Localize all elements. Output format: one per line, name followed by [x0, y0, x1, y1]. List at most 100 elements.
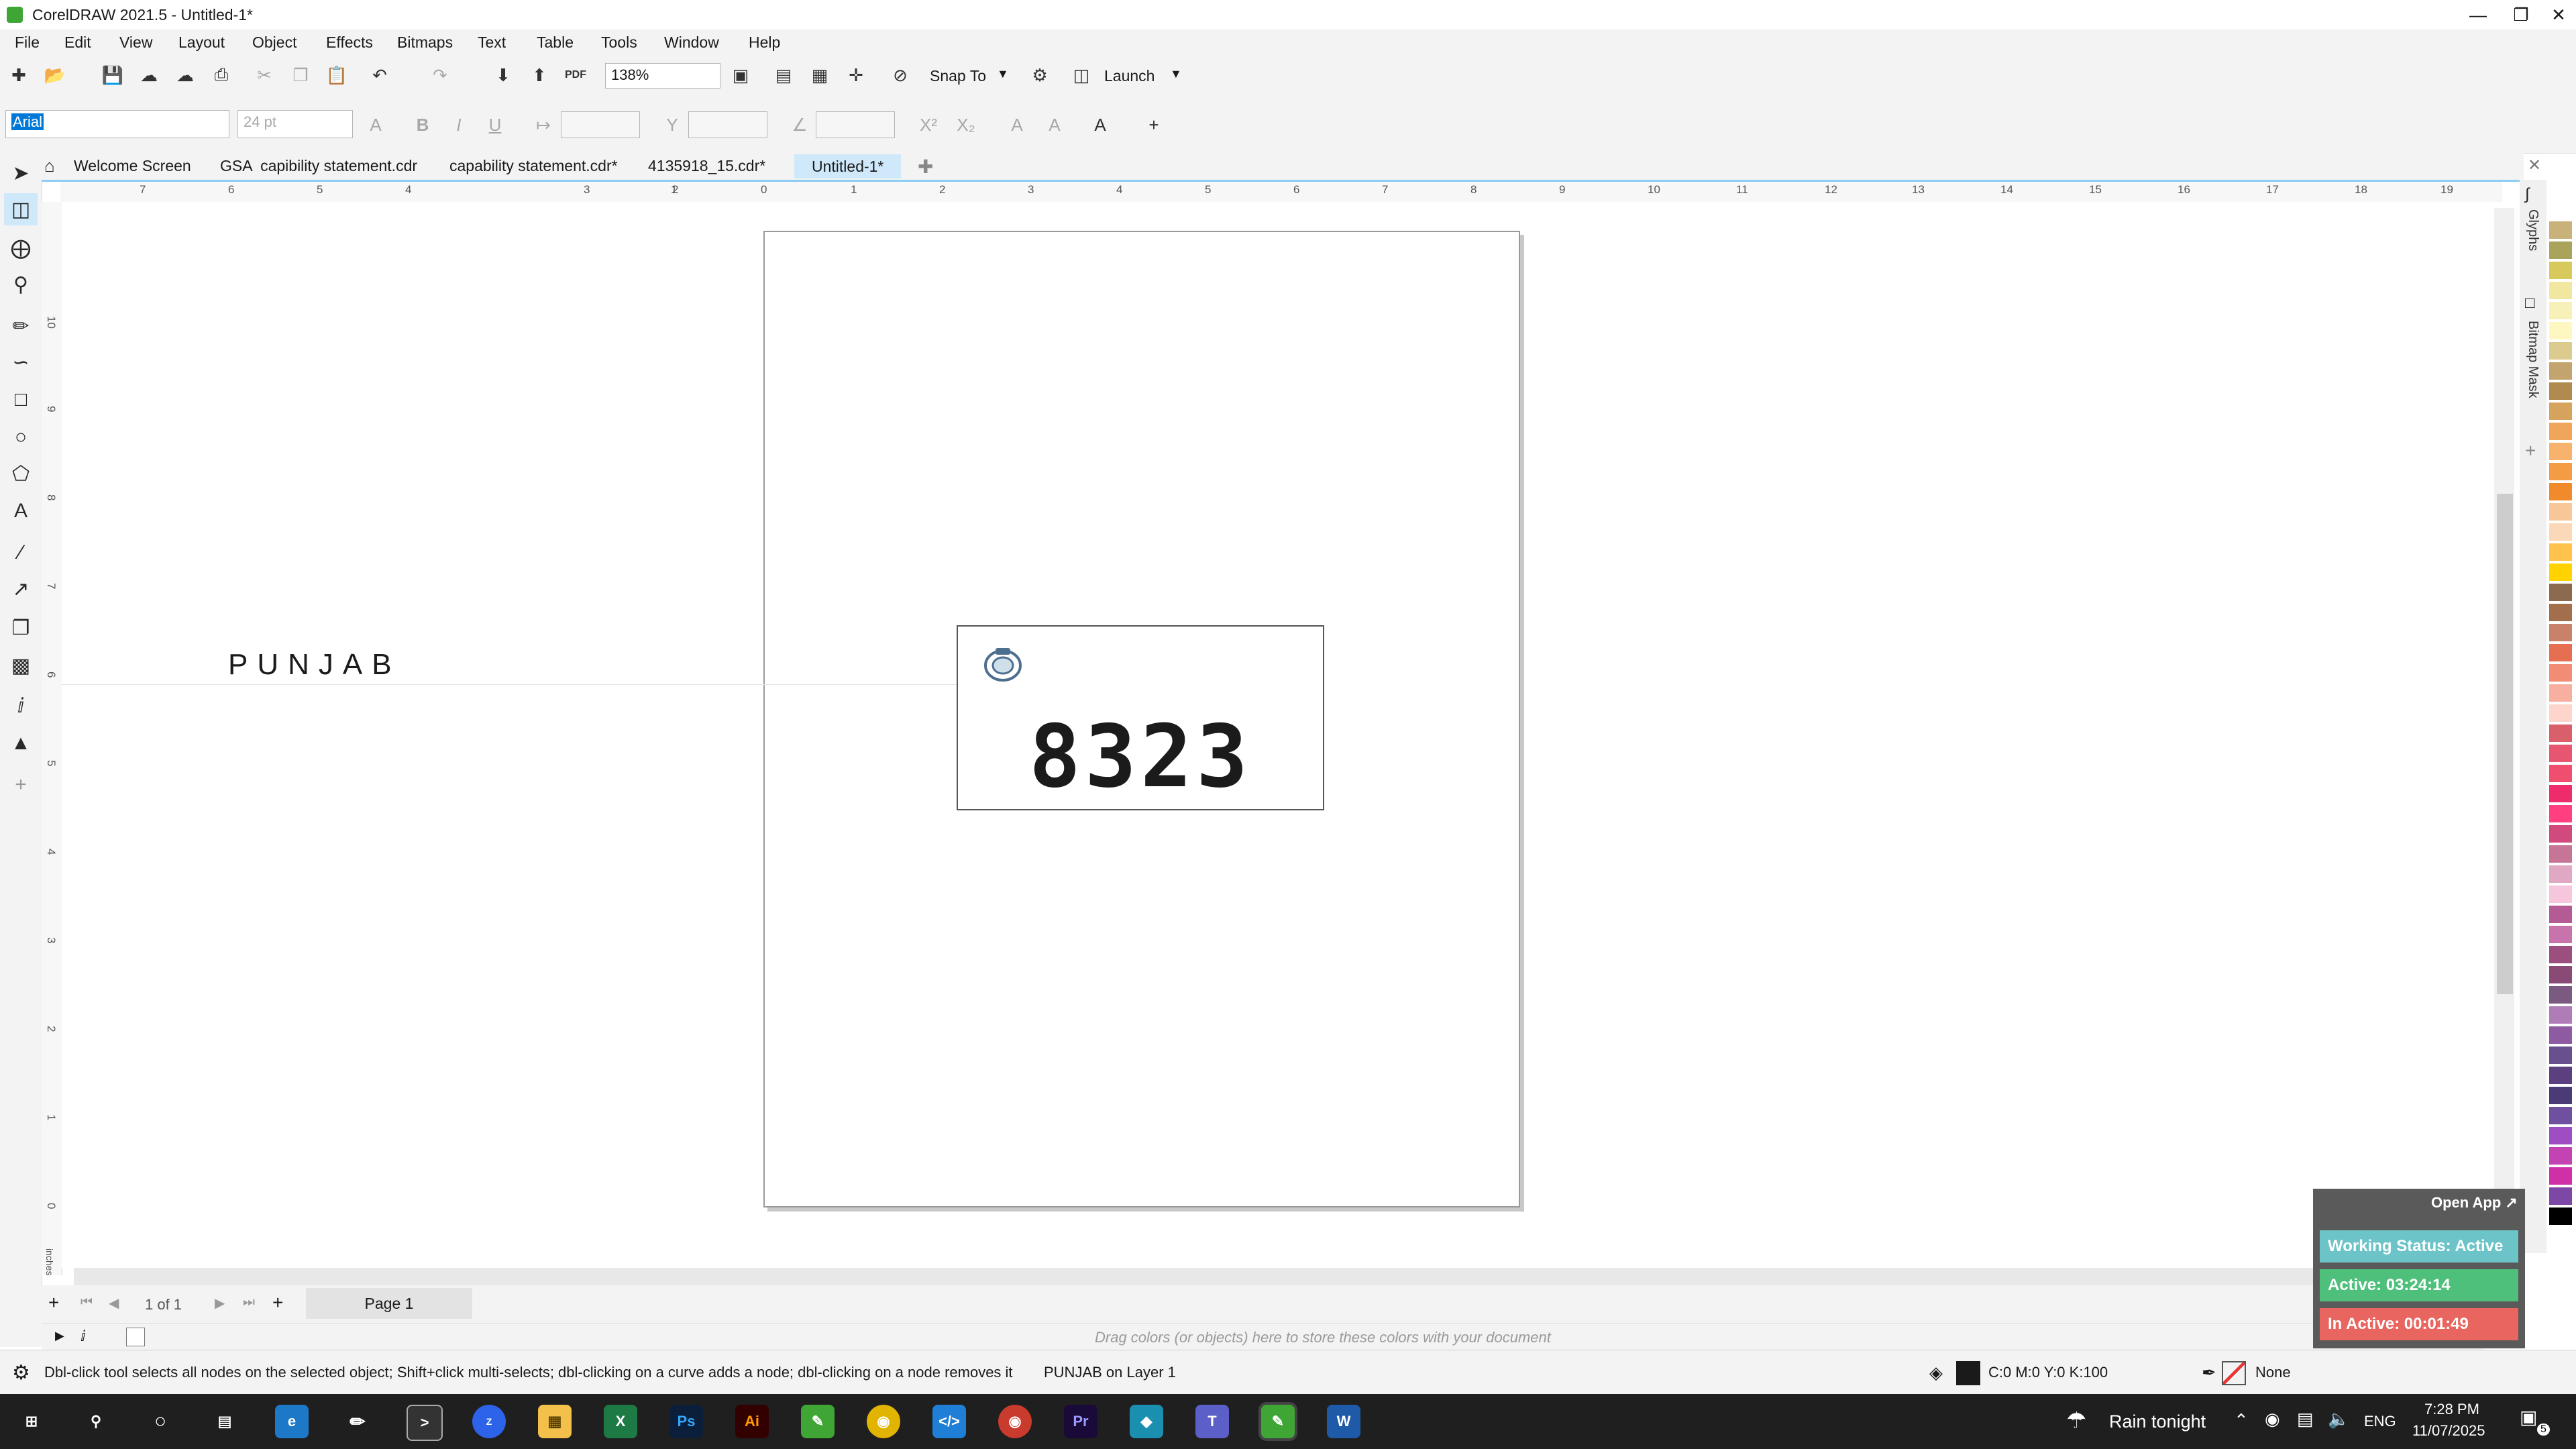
- artistic-media-tool-icon[interactable]: ∽: [4, 346, 38, 378]
- bitmap-mask-icon[interactable]: □: [2525, 294, 2535, 313]
- bold-icon[interactable]: B: [409, 111, 436, 138]
- save-icon[interactable]: 💾: [99, 62, 126, 89]
- tab-gsa-capibility-statement[interactable]: GSA capibility statement.cdr: [220, 157, 417, 175]
- font-size-select[interactable]: 24 pt: [237, 110, 353, 138]
- tab-welcome-screen[interactable]: Welcome Screen: [74, 157, 191, 175]
- underline-icon[interactable]: U: [482, 111, 508, 138]
- redo-icon[interactable]: ↷: [427, 62, 453, 89]
- add-docker-icon[interactable]: +: [2525, 440, 2536, 462]
- guideline[interactable]: [62, 684, 957, 685]
- add-tool-icon[interactable]: +: [4, 769, 38, 801]
- palette-swatch[interactable]: [2549, 704, 2572, 722]
- paste-icon[interactable]: 📋: [323, 62, 350, 89]
- cloud-upload-icon[interactable]: ☁: [136, 62, 162, 89]
- palette-swatch[interactable]: [2549, 724, 2572, 743]
- outline-pen-icon[interactable]: ✒: [2202, 1362, 2216, 1383]
- palette-swatch[interactable]: [2549, 604, 2572, 622]
- edge-icon[interactable]: e: [275, 1405, 309, 1438]
- font-case-icon[interactable]: A: [1004, 111, 1030, 138]
- palette-swatch[interactable]: [2549, 765, 2572, 783]
- home-icon[interactable]: ⌂: [44, 156, 55, 176]
- network-icon[interactable]: ▤: [2297, 1409, 2314, 1430]
- pick-tool-icon[interactable]: ➤: [4, 157, 38, 189]
- illustrator-icon[interactable]: Ai: [735, 1405, 769, 1438]
- add-tab-icon[interactable]: ✚: [918, 156, 933, 178]
- palette-swatch[interactable]: [2549, 1127, 2572, 1145]
- menu-bitmaps[interactable]: Bitmaps: [397, 34, 453, 52]
- new-document-icon[interactable]: ✚: [5, 62, 32, 89]
- palette-swatch[interactable]: [2549, 262, 2572, 280]
- character-spacing-field[interactable]: [561, 111, 640, 138]
- palette-swatch[interactable]: [2549, 1006, 2572, 1024]
- polygon-tool-icon[interactable]: ⬠: [4, 458, 38, 490]
- text-properties-icon[interactable]: A: [1087, 111, 1114, 138]
- chevron-down-icon[interactable]: ▼: [997, 67, 1009, 81]
- file-explorer-icon[interactable]: ▦: [538, 1405, 572, 1438]
- vertical-ruler[interactable]: 10 9 8 7 6 5 4 3 2 1 0 inches: [42, 202, 62, 1275]
- tab-4135918-15[interactable]: 4135918_15.cdr*: [648, 157, 765, 175]
- minimize-icon[interactable]: —: [2458, 3, 2498, 27]
- menu-object[interactable]: Object: [252, 34, 297, 52]
- menu-tools[interactable]: Tools: [601, 34, 637, 52]
- crop-tool-icon[interactable]: ⨁: [4, 232, 38, 264]
- palette-swatch[interactable]: [2549, 825, 2572, 843]
- gear-icon[interactable]: ⚙: [12, 1361, 30, 1385]
- palette-swatch[interactable]: [2549, 221, 2572, 239]
- options-gear-icon[interactable]: ⚙: [1026, 62, 1053, 89]
- coreldraw-active-icon[interactable]: ✎: [1261, 1405, 1295, 1438]
- italic-icon[interactable]: I: [445, 111, 472, 138]
- chevron-up-icon[interactable]: ⌃: [2234, 1410, 2249, 1431]
- add-icon[interactable]: +: [1140, 111, 1167, 138]
- palette-swatch[interactable]: [2549, 423, 2572, 441]
- palette-swatch[interactable]: [2549, 986, 2572, 1004]
- snap-off-icon[interactable]: ⊘: [887, 62, 914, 89]
- palette-swatch[interactable]: [2549, 1208, 2572, 1226]
- number-plate-object[interactable]: 8323: [957, 625, 1324, 810]
- text-tool-icon[interactable]: A: [4, 495, 38, 527]
- palette-swatch[interactable]: [2549, 342, 2572, 360]
- zoom-level-field[interactable]: 138%: [605, 63, 720, 89]
- task-view-icon[interactable]: ▤: [208, 1405, 241, 1438]
- open-folder-icon[interactable]: 📂: [42, 62, 68, 89]
- punjab-text-object[interactable]: PUNJAB: [228, 648, 401, 682]
- show-guidelines-icon[interactable]: ✛: [843, 62, 869, 89]
- menu-effects[interactable]: Effects: [326, 34, 373, 52]
- menu-view[interactable]: View: [119, 34, 152, 52]
- palette-swatch[interactable]: [2549, 322, 2572, 340]
- no-color-swatch[interactable]: [126, 1328, 145, 1346]
- cut-icon[interactable]: ✂: [251, 62, 278, 89]
- palette-swatch[interactable]: [2549, 362, 2572, 380]
- clock-time[interactable]: 7:28 PM: [2424, 1401, 2479, 1418]
- horizontal-scrollbar[interactable]: [74, 1268, 2489, 1285]
- palette-swatch[interactable]: [2549, 443, 2572, 461]
- chrome-icon[interactable]: ◉: [867, 1405, 900, 1438]
- horizontal-ruler[interactable]: 7 6 5 4 3 2 1 0 1 2 3 4 5 6 7 8 9 10 11 …: [60, 182, 2502, 203]
- cloud-share-icon[interactable]: ☁: [172, 62, 199, 89]
- close-tab-icon[interactable]: ✕: [2528, 156, 2541, 175]
- palette-swatch[interactable]: [2549, 241, 2572, 260]
- weather-icon[interactable]: ☂: [2066, 1407, 2086, 1434]
- palette-swatch[interactable]: [2549, 946, 2572, 964]
- app-diamond-icon[interactable]: ◆: [1130, 1405, 1163, 1438]
- volume-icon[interactable]: 🔈: [2328, 1409, 2349, 1430]
- palette-swatch[interactable]: [2549, 644, 2572, 662]
- palette-swatch[interactable]: [2549, 1147, 2572, 1165]
- palette-swatch[interactable]: [2549, 1107, 2572, 1125]
- notifications-icon[interactable]: ▣: [2520, 1406, 2537, 1428]
- line-spacing-field[interactable]: [688, 111, 767, 138]
- interactive-fill-tool-icon[interactable]: ▲: [4, 727, 38, 759]
- palette-swatch[interactable]: [2549, 382, 2572, 400]
- palette-swatch[interactable]: [2549, 805, 2572, 823]
- menu-file[interactable]: File: [15, 34, 40, 52]
- export-icon[interactable]: ⬆: [526, 62, 553, 89]
- palette-swatch[interactable]: [2549, 1026, 2572, 1044]
- launch-icon[interactable]: ◫: [1068, 62, 1095, 89]
- fill-bucket-icon[interactable]: ◈: [1929, 1362, 1943, 1383]
- camera-icon[interactable]: ◉: [2265, 1409, 2280, 1430]
- palette-menu-icon[interactable]: ▶: [55, 1329, 64, 1343]
- superscript-icon[interactable]: X²: [915, 111, 942, 138]
- eyedropper-tool-icon[interactable]: ⅈ: [4, 690, 38, 722]
- parallel-dimension-tool-icon[interactable]: ∕: [4, 537, 38, 569]
- weather-text[interactable]: Rain tonight: [2109, 1411, 2206, 1432]
- coreldraw-taskbar-icon[interactable]: ✎: [801, 1405, 835, 1438]
